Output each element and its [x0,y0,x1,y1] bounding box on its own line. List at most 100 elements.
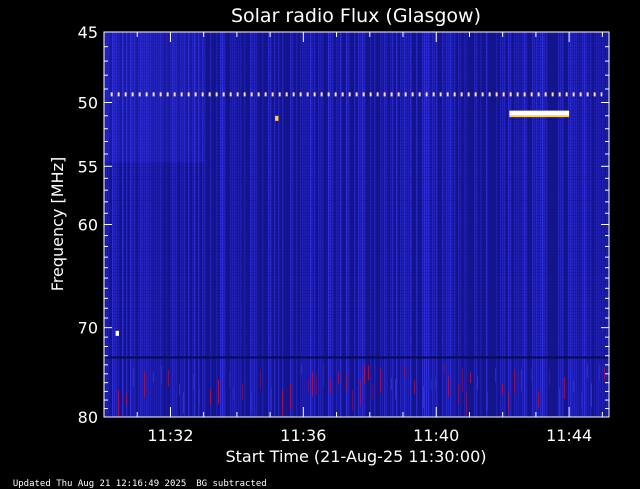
interference-streak [587,364,588,378]
y-axis-label: Frequency [MHz] [48,157,67,291]
interference-streak [380,368,381,393]
y-tick-label: 60 [78,216,98,235]
heatmap-row [104,320,609,321]
heatmap-row [104,203,609,204]
heatmap-row [104,188,609,189]
feature-dot [275,115,279,121]
heatmap-row [104,275,609,276]
heatmap-row [104,239,609,240]
heatmap-row [104,335,609,336]
interference-streak [462,368,463,392]
interference-streak [466,391,467,416]
interference-streak [218,379,219,404]
heatmap-row [104,251,609,252]
interference-streak [168,369,169,387]
interference-streak [531,368,532,383]
interference-streak [470,372,471,383]
interference-streak [271,387,272,411]
heatmap-row [104,344,609,345]
interference-streak [153,371,154,383]
heatmap-row [104,191,609,192]
interference-streak [312,371,313,397]
heatmap-row [104,302,609,303]
heatmap-row [104,350,609,351]
heatmap-row [104,266,609,267]
y-tick-label: 55 [78,157,98,176]
interference-streak [133,367,134,387]
interference-streak [414,380,415,394]
interference-streak [330,378,331,394]
heatmap-row [104,281,609,282]
interference-streak [395,378,396,400]
x-axis-label: Start Time (21-Aug-25 11:30:00) [226,447,487,466]
y-tick-label: 50 [78,94,98,113]
interference-streak [477,376,478,390]
background-note: BG subtracted [196,479,267,489]
heatmap-row [104,254,609,255]
interference-streak [161,366,162,384]
interference-streak [458,384,459,403]
updated-timestamp: Updated Thu Aug 21 12:16:49 2025 [12,479,187,489]
feature-dot [115,330,119,336]
interference-streak [502,383,503,395]
feature-bar [509,110,570,116]
heatmap-row [104,176,609,177]
heatmap-row [104,332,609,333]
interference-streak [514,369,515,394]
heatmap-row [104,245,609,246]
heatmap-row [104,272,609,273]
heatmap-row [104,317,609,318]
heatmap-row [104,290,609,291]
heatmap-row [104,233,609,234]
heatmap-row [104,263,609,264]
interference-streak [404,365,405,378]
interference-streak [144,371,145,398]
heatmap-row [104,167,609,168]
heatmap-row [104,227,609,228]
interference-streak [126,393,127,406]
heatmap-row [104,206,609,207]
interference-streak [242,383,243,400]
heatmap-row [104,212,609,213]
y-tick-label: 45 [78,23,98,42]
interference-streak [372,383,373,400]
heatmap-row [104,338,609,339]
interference-streak [360,379,361,407]
interference-streak [290,384,291,411]
heatmap-row [104,326,609,327]
heatmap-row [104,311,609,312]
interference-streak [391,377,392,390]
interference-streak [559,388,560,416]
heatmap-row [104,308,609,309]
interference-streak [444,363,445,374]
interference-streak [338,371,339,385]
interference-streak [364,364,365,384]
interference-streak [308,379,309,391]
feature-bar-edge [509,115,570,118]
x-tick-label: 11:44 [546,426,592,445]
heatmap-row [104,236,609,237]
interference-streak [599,364,600,382]
interference-streak [282,389,283,415]
heatmap-row [104,257,609,258]
spectrogram-chart: 45 50 55 60 70 80 11:32 11:36 11:40 11:44 Solar r… [48,5,610,466]
heatmap-row [104,215,609,216]
interference-streak [591,383,592,407]
interference-streak [423,385,424,408]
interference-streak [179,384,180,396]
interference-streak [233,387,234,400]
interference-streak [604,367,605,381]
heatmap-row [104,353,609,354]
interference-streak [229,370,230,388]
interference-streak [316,375,317,395]
heatmap-row [104,293,609,294]
heatmap-row [104,185,609,186]
x-tick-label: 11:40 [413,426,459,445]
interference-streak [323,364,324,388]
interference-streak [210,390,211,405]
heatmap-row [104,305,609,306]
footer: Updated Thu Aug 21 12:16:49 2025 BG subtr… [2,469,277,489]
heatmap-bright-region [104,32,204,162]
heatmap-row [104,341,609,342]
heatmap-row [104,197,609,198]
